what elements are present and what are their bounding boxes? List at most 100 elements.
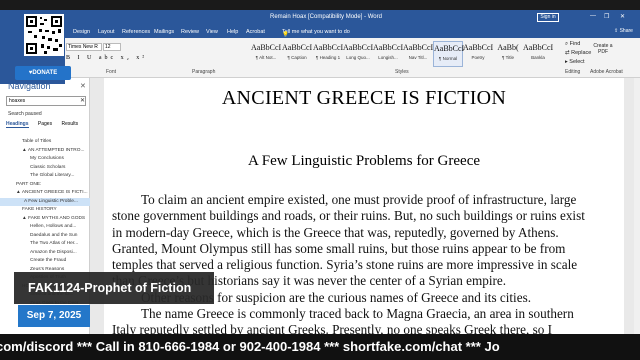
style-long-quote[interactable]: AaBbCcI Long Quo...: [343, 41, 373, 67]
nav-heading-item[interactable]: Table of Titles: [0, 138, 90, 147]
tab-layout[interactable]: Layout: [98, 29, 115, 35]
nav-heading-item[interactable]: ▲ AN ATTEMPTED INTRO...: [0, 147, 90, 156]
body-line: stone government buildings and roads, or…: [112, 208, 585, 224]
body-line: in modern-day Greece, which is the Greec…: [112, 224, 559, 240]
style-normal[interactable]: AaBbCcI ¶ Normal: [433, 41, 465, 67]
replace-label: Replace: [571, 50, 592, 56]
style-sample: AaBbCcI: [434, 44, 465, 53]
style-poetry[interactable]: AaBbCcI Poetry: [463, 41, 493, 67]
nav-heading-item[interactable]: PART ONE:: [0, 181, 90, 190]
body-line: To claim an ancient empire existed, one …: [141, 192, 577, 207]
body-line: The name Greece is commonly traced back …: [141, 306, 574, 322]
ticker-text: com/discord *** Call in 810-666-1984 or …: [0, 339, 500, 354]
nav-heading-item[interactable]: Daedalus and the Sun: [0, 232, 90, 241]
tab-help[interactable]: Help: [227, 29, 238, 35]
sign-in-button[interactable]: Sign in: [537, 13, 559, 22]
replace-button[interactable]: ⇄ Replace: [565, 50, 591, 56]
style-nav-title[interactable]: AaBbCcI Nav Titl...: [403, 41, 433, 67]
show-title-banner: FAK1124-Prophet of Fiction: [14, 272, 214, 304]
chapter-heading: ANCIENT GREECE IS FICTION: [221, 87, 507, 109]
nav-heading-item[interactable]: ▲ FAKE MYTHS AND GODS: [0, 215, 90, 224]
nav-heading-item-selected[interactable]: A Few Linguistic Proble...: [0, 197, 90, 206]
tab-review[interactable]: Review: [181, 29, 199, 35]
ribbon: Times New R 12 B I U abc x₂ x² Font Para…: [0, 38, 640, 78]
close-window-icon[interactable]: ✕: [620, 13, 625, 20]
create-pdf-button[interactable]: Create a PDF: [590, 43, 616, 55]
ticker-bar: com/discord *** Call in 810-666-1984 or …: [0, 334, 640, 360]
document-page[interactable]: ANCIENT GREECE IS FICTION A Few Linguist…: [104, 78, 624, 360]
style-name: Bankla: [531, 55, 545, 60]
window-title: Remain Hoax [Compatibility Mode] - Word: [270, 14, 382, 20]
style-sample: AaBbCcI: [373, 43, 404, 52]
screen: Remain Hoax [Compatibility Mode] - Word …: [0, 0, 640, 360]
nav-heading-item[interactable]: ▲ ANCIENT GREECE IS FICTI...: [0, 189, 90, 198]
adobe-group-label: Adobe Acrobat: [590, 69, 623, 75]
style-heading-1[interactable]: AaBbCcI ¶ Heading 1: [313, 41, 343, 67]
style-name: ¶ Normal: [438, 56, 458, 61]
nav-heading-item[interactable]: The Global Literary...: [0, 172, 90, 181]
style-sample: AaBbCcI: [463, 43, 494, 52]
find-button[interactable]: ⌕ Find: [565, 41, 580, 48]
find-label: Find: [569, 41, 581, 47]
style-name: Poetry: [471, 55, 485, 60]
nav-heading-item[interactable]: My Conclusions: [0, 155, 90, 164]
style-name: ¶ Heading 1: [315, 55, 341, 60]
document-area: ANCIENT GREECE IS FICTION A Few Linguist…: [90, 78, 640, 360]
search-status: Search paused: [8, 111, 42, 117]
editing-group-label: Editing: [565, 69, 581, 75]
share-button[interactable]: ⇪ Share: [614, 28, 633, 34]
body-line: Granted, Mount Olympus still has some sm…: [112, 240, 566, 256]
format-buttons[interactable]: B I U abc x₂ x²: [66, 55, 147, 61]
nav-heading-item[interactable]: Hellen, Hollows and...: [0, 223, 90, 232]
tell-me-box[interactable]: 💡 Tell me what you want to do: [282, 29, 350, 38]
tab-design[interactable]: Design: [73, 29, 90, 35]
style-sample: AaBbCcI: [313, 43, 344, 52]
styles-group-label: Styles: [395, 69, 409, 75]
font-name-box[interactable]: Times New R: [66, 43, 102, 51]
tab-references[interactable]: References: [122, 29, 150, 35]
font-size-box[interactable]: 12: [103, 43, 121, 51]
tell-me-label: Tell me what you want to do: [282, 29, 350, 35]
section-heading: A Few Linguistic Problems for Greece: [247, 153, 481, 169]
nav-heading-item[interactable]: Classic Scholars: [0, 164, 90, 173]
tab-headings[interactable]: Headings: [6, 121, 29, 128]
tab-results[interactable]: Results: [61, 121, 78, 127]
style-name: Longish...: [378, 55, 398, 60]
nav-heading-item[interactable]: Amazon the Disposi...: [0, 249, 90, 258]
font-group-label: Font: [106, 69, 117, 75]
nav-heading-item[interactable]: FAKE HISTORY: [0, 206, 90, 215]
donate-button[interactable]: DONATE: [15, 66, 71, 80]
title-bar: Remain Hoax [Compatibility Mode] - Word …: [0, 10, 640, 26]
vertical-scrollbar[interactable]: [634, 78, 640, 360]
style-name: Nav Titl...: [408, 55, 428, 60]
style-sample: AaBb(: [497, 43, 519, 52]
tab-mailings[interactable]: Mailings: [154, 29, 174, 35]
search-input[interactable]: hoaxes: [6, 96, 86, 106]
show-date-badge: Sep 7, 2025: [18, 305, 90, 327]
style-caption[interactable]: AaBbCcI ¶ Caption: [282, 41, 312, 67]
select-label: Select: [569, 59, 585, 65]
style-name: ¶ Title: [502, 55, 514, 60]
minimize-icon[interactable]: —: [590, 13, 596, 19]
style-sample: AaBbCcI: [251, 43, 282, 52]
style-sample: AaBbCcI: [403, 43, 434, 52]
tab-pages[interactable]: Pages: [38, 121, 52, 127]
clear-search-icon[interactable]: ✕: [80, 97, 85, 104]
tab-view[interactable]: View: [206, 29, 218, 35]
nav-heading-item[interactable]: Create the Fraud: [0, 257, 90, 266]
close-pane-icon[interactable]: ✕: [80, 82, 86, 90]
select-button[interactable]: ▸ Select: [565, 59, 585, 65]
tab-acrobat[interactable]: Acrobat: [246, 29, 265, 35]
style-name: ¶ Caption: [287, 55, 307, 60]
nav-heading-item[interactable]: The Two Atlas of Her...: [0, 240, 90, 249]
maximize-icon[interactable]: ❐: [604, 13, 609, 20]
style-bankla[interactable]: AaBbCcI Bankla: [523, 41, 553, 67]
style-alt-not[interactable]: AaBbCcI ¶ Alt Not...: [251, 41, 281, 67]
style-title[interactable]: AaBb( ¶ Title: [493, 41, 523, 67]
share-label: Share: [619, 28, 633, 34]
ribbon-tabs: Design Layout References Mailings Review…: [0, 26, 640, 38]
paragraph-group-label: Paragraph: [192, 69, 216, 75]
style-longish[interactable]: AaBbCcI Longish...: [373, 41, 403, 67]
style-sample: AaBbCcI: [343, 43, 374, 52]
body-text: To claim an ancient empire existed, one …: [112, 192, 612, 339]
